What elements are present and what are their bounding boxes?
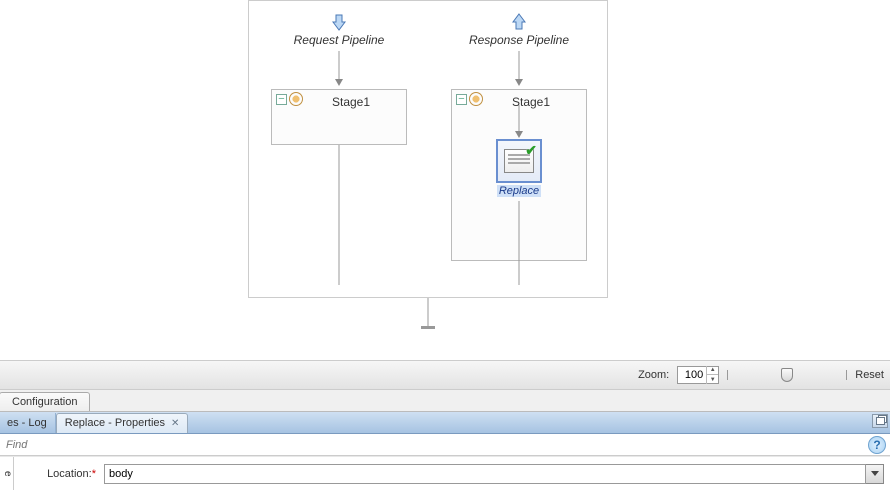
connector-line <box>339 145 340 285</box>
zoom-step-down[interactable]: ▼ <box>707 375 718 384</box>
find-input[interactable] <box>0 439 868 451</box>
zoom-slider[interactable] <box>727 367 847 383</box>
replace-action-label: Replace <box>497 185 541 197</box>
connector-line <box>519 105 520 133</box>
zoom-step-up[interactable]: ▲ <box>707 366 718 375</box>
collapse-icon[interactable]: − <box>276 94 287 105</box>
zoom-value-input[interactable] <box>678 369 706 381</box>
tab-configuration[interactable]: Configuration <box>0 392 90 411</box>
response-direction-icon <box>510 13 528 34</box>
connector-line <box>519 51 520 81</box>
replace-action-node[interactable]: Replace <box>491 139 547 197</box>
request-pipeline-label: Request Pipeline <box>249 33 429 47</box>
stage-title: Stage1 <box>332 95 370 109</box>
zoom-toolbar: Zoom: ▲ ▼ Reset <box>0 360 890 390</box>
exit-connector-line <box>428 298 429 326</box>
connector-line <box>339 51 340 81</box>
replace-action-icon <box>496 139 542 183</box>
inner-tab-strip: es - Log Replace - Properties ✕ <box>0 412 890 434</box>
find-bar: ? <box>0 434 890 456</box>
stage-gear-icon[interactable] <box>289 92 303 106</box>
close-icon[interactable]: ✕ <box>171 418 179 429</box>
zoom-reset-button[interactable]: Reset <box>855 369 884 381</box>
diagram-canvas[interactable]: Request Pipeline − Stage1 Response Pipel… <box>0 0 890 360</box>
pipeline-pair-container: Request Pipeline − Stage1 Response Pipel… <box>248 0 608 298</box>
arrowhead-down-icon <box>515 79 523 86</box>
arrowhead-down-icon <box>515 131 523 138</box>
bottom-panel: Zoom: ▲ ▼ Reset Configuration es - Log R… <box>0 360 890 500</box>
property-row-location: e Location:* <box>0 456 890 490</box>
location-input[interactable] <box>104 464 866 484</box>
stage-gear-icon[interactable] <box>469 92 483 106</box>
arrowhead-down-icon <box>335 79 343 86</box>
tab-replace-properties[interactable]: Replace - Properties ✕ <box>56 413 189 433</box>
side-category-label: e <box>0 457 14 490</box>
outer-tab-strip: Configuration <box>0 390 890 412</box>
location-label: Location:* <box>14 468 104 480</box>
restore-window-icon[interactable] <box>872 414 888 428</box>
request-direction-icon <box>330 13 348 34</box>
zoom-spinner[interactable]: ▲ ▼ <box>677 366 719 384</box>
tab-label: Replace - Properties <box>65 417 165 429</box>
zoom-slider-thumb[interactable] <box>781 368 793 382</box>
location-dropdown-button[interactable] <box>866 464 884 484</box>
tab-log[interactable]: es - Log <box>0 413 56 433</box>
help-icon[interactable]: ? <box>868 436 886 454</box>
collapse-icon[interactable]: − <box>456 94 467 105</box>
connector-line <box>519 201 520 285</box>
exit-connector-cap <box>421 326 435 329</box>
response-pipeline-label: Response Pipeline <box>429 33 609 47</box>
zoom-label: Zoom: <box>638 369 669 381</box>
request-stage-box[interactable]: − Stage1 <box>271 89 407 145</box>
